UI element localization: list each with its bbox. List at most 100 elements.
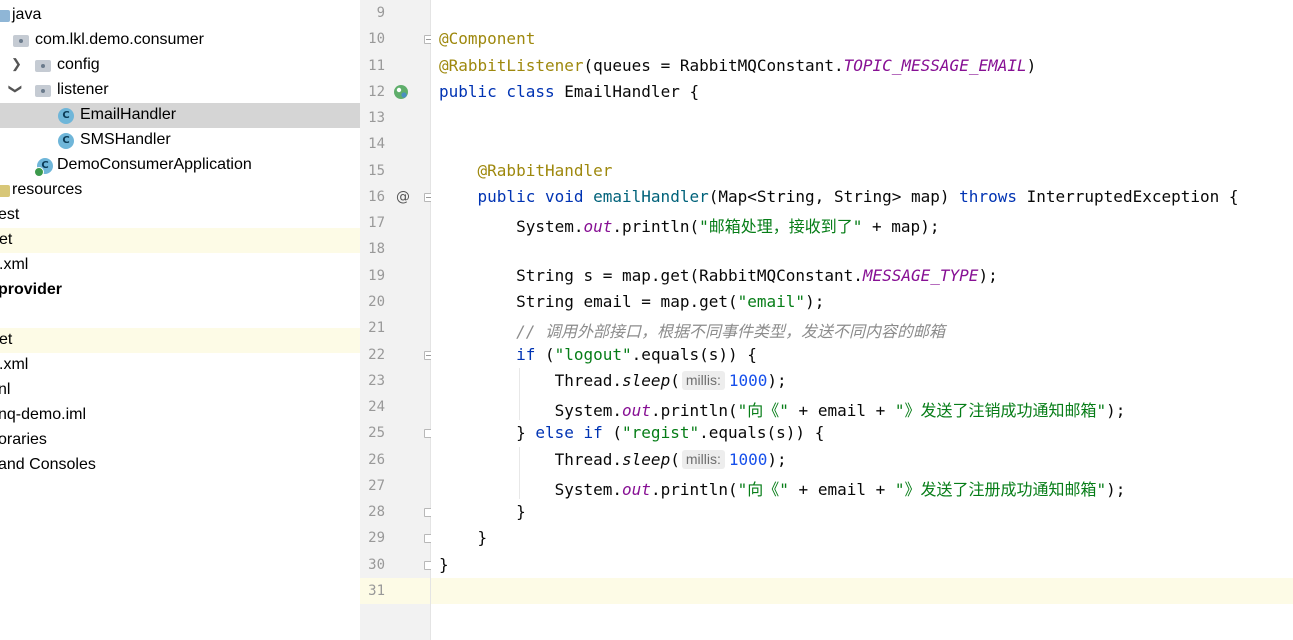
tree-item-label: resources — [12, 181, 83, 198]
tree-item-target[interactable]: et — [0, 228, 360, 253]
code-text: } — [439, 528, 488, 547]
code-token: @RabbitListener — [439, 55, 584, 75]
code-line[interactable]: System.out.println("向《" + email + "》发送了注… — [431, 394, 1293, 420]
line-number: 19 — [368, 267, 385, 284]
code-line[interactable] — [431, 236, 1293, 262]
code-line[interactable] — [431, 131, 1293, 157]
code-line[interactable] — [431, 105, 1293, 131]
gutter-line[interactable]: 12 — [360, 79, 430, 105]
gutter-line[interactable]: 17 — [360, 210, 430, 236]
gutter-line[interactable]: 31 — [360, 577, 430, 604]
tree-item-democonsumerapplication[interactable]: C DemoConsumerApplication — [0, 153, 360, 178]
code-line[interactable]: String s = map.get(RabbitMQConstant.MESS… — [431, 263, 1293, 289]
code-token: "向《" — [737, 401, 789, 421]
gutter-line[interactable]: 24 — [360, 394, 430, 420]
tree-item-target-2[interactable]: et — [0, 328, 360, 353]
code-line[interactable]: String email = map.get("email"); — [431, 289, 1293, 315]
tree-item-iml[interactable]: nq-demo.iml — [0, 403, 360, 428]
code-token: .println( — [612, 217, 700, 237]
class-icon: C — [58, 108, 74, 124]
gutter-line[interactable]: 16 @ — [360, 184, 433, 210]
tree-item-resources[interactable]: resources — [0, 178, 360, 203]
code-token: .equals(s)) { — [631, 344, 757, 364]
gutter-line[interactable]: 9 — [360, 0, 430, 26]
gutter-line[interactable]: 10 — [360, 26, 433, 52]
gutter-line[interactable]: 25 — [360, 420, 433, 446]
gutter-line[interactable]: 29 — [360, 525, 433, 551]
tree-item-scratches-consoles[interactable]: and Consoles — [0, 453, 360, 478]
code-text: String email = map.get("email"); — [439, 292, 824, 311]
code-line[interactable] — [431, 0, 1293, 26]
code-token: 1000 — [728, 370, 768, 390]
code-token: public class — [439, 81, 565, 101]
code-line[interactable]: // 调用外部接口，根据不同事件类型，发送不同内容的邮箱 — [431, 315, 1293, 341]
tree-item-pom-xml-2[interactable]: .xml — [0, 353, 360, 378]
code-token: ( — [670, 449, 680, 469]
code-line[interactable]: Thread.sleep(millis: 1000); — [431, 368, 1293, 394]
tree-item-provider[interactable]: provider — [0, 278, 360, 303]
code-token: "email" — [737, 291, 806, 311]
gutter-line[interactable]: 15 — [360, 158, 430, 184]
gutter-line[interactable]: 22 — [360, 342, 433, 368]
tree-item-listener[interactable]: ❯ listener — [0, 78, 360, 103]
gutter-line[interactable]: 21 — [360, 315, 430, 341]
code-line[interactable]: @RabbitListener(queues = RabbitMQConstan… — [431, 53, 1293, 79]
code-line[interactable]: Thread.sleep(millis: 1000); — [431, 447, 1293, 473]
line-number: 27 — [368, 477, 385, 494]
code-token: out — [622, 401, 651, 421]
chevron-right-icon[interactable]: ❯ — [11, 56, 22, 72]
code-text: Thread.sleep(millis: 1000); — [439, 370, 787, 390]
code-editor[interactable]: @Component @RabbitListener(queues = Rabbi… — [431, 0, 1293, 640]
gutter-line[interactable]: 18 — [360, 236, 430, 262]
code-line[interactable]: } — [431, 525, 1293, 551]
gutter-line[interactable]: 28 — [360, 499, 433, 525]
code-line[interactable]: @RabbitHandler — [431, 158, 1293, 184]
line-number: 18 — [368, 241, 385, 258]
tree-item-pom-xml[interactable]: .xml — [0, 253, 360, 278]
code-line[interactable]: System.out.println("向《" + email + "》发送了注… — [431, 473, 1293, 499]
tree-item-smshandler[interactable]: C SMSHandler — [0, 128, 360, 153]
code-token: (Map<String, String> map) — [708, 186, 960, 206]
code-text: @Component — [439, 29, 535, 48]
code-line[interactable]: } else if ("regist".equals(s)) { — [431, 420, 1293, 446]
code-text: public class EmailHandler { — [439, 82, 699, 101]
editor-gutter[interactable]: 9 10 11 12 13 14 15 16 @17 18 19 20 21 22 23 24 25 26 27 28… — [360, 0, 433, 640]
gutter-line[interactable]: 26 — [360, 447, 430, 473]
gutter-line[interactable]: 30 — [360, 552, 433, 578]
code-line[interactable]: } — [431, 499, 1293, 525]
code-text: } — [439, 555, 449, 574]
code-line[interactable] — [431, 577, 1293, 604]
line-number: 24 — [368, 399, 385, 416]
tree-item-xml[interactable]: nl — [0, 378, 360, 403]
gutter-line[interactable]: 14 — [360, 131, 430, 157]
tree-item-label: config — [57, 56, 100, 73]
tree-item-test[interactable]: est — [0, 203, 360, 228]
tree-item-blank[interactable] — [0, 303, 360, 328]
code-line[interactable]: public void emailHandler(Map<String, Str… — [431, 184, 1293, 210]
code-line[interactable]: if ("logout".equals(s)) { — [431, 342, 1293, 368]
chevron-down-icon[interactable]: ❯ — [7, 84, 23, 95]
tree-item-emailhandler[interactable]: C EmailHandler — [0, 103, 360, 128]
gutter-line[interactable]: 13 — [360, 105, 430, 131]
tree-item-config[interactable]: ❯ config — [0, 53, 360, 78]
tree-item-package-consumer[interactable]: com.lkl.demo.consumer — [0, 28, 360, 53]
code-token: @RabbitHandler — [477, 160, 613, 180]
spring-bean-icon[interactable] — [393, 84, 409, 100]
code-line[interactable]: } — [431, 552, 1293, 578]
code-token: + email + — [788, 479, 895, 499]
code-line[interactable]: public class EmailHandler { — [431, 79, 1293, 105]
gutter-line[interactable]: 19 — [360, 263, 430, 289]
code-line[interactable]: System.out.println("邮箱处理，接收到了" + map); — [431, 210, 1293, 236]
gutter-line[interactable]: 23 — [360, 368, 430, 394]
code-line[interactable]: @Component — [431, 26, 1293, 52]
gutter-line[interactable]: 20 — [360, 289, 430, 315]
line-number: 22 — [368, 346, 385, 363]
line-number: 31 — [368, 582, 385, 599]
gutter-line[interactable]: 11 — [360, 53, 430, 79]
tree-item-label: oraries — [0, 431, 47, 448]
gutter-line[interactable]: 27 — [360, 473, 430, 499]
tree-item-java[interactable]: java — [0, 3, 360, 28]
tree-item-external-libraries[interactable]: oraries — [0, 428, 360, 453]
override-marker-icon[interactable]: @ — [396, 189, 410, 205]
